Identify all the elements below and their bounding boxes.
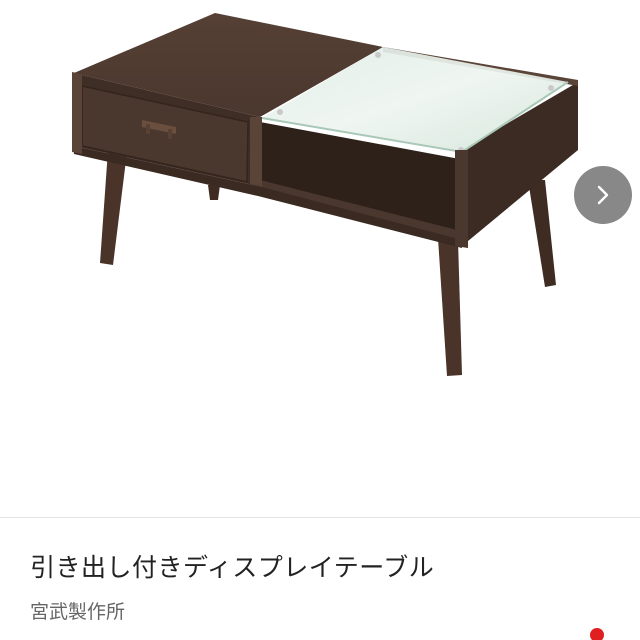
next-image-button[interactable] [574,166,632,224]
product-image[interactable] [0,0,640,515]
display-table-illustration [72,13,578,376]
product-page: 引き出し付きディスプレイテーブル 宮武製作所 [0,0,640,640]
divider [0,517,640,518]
notification-dot [590,628,604,640]
product-title[interactable]: 引き出し付きディスプレイテーブル [30,548,434,584]
chevron-right-icon [597,185,609,205]
product-brand[interactable]: 宮武製作所 [30,597,125,624]
